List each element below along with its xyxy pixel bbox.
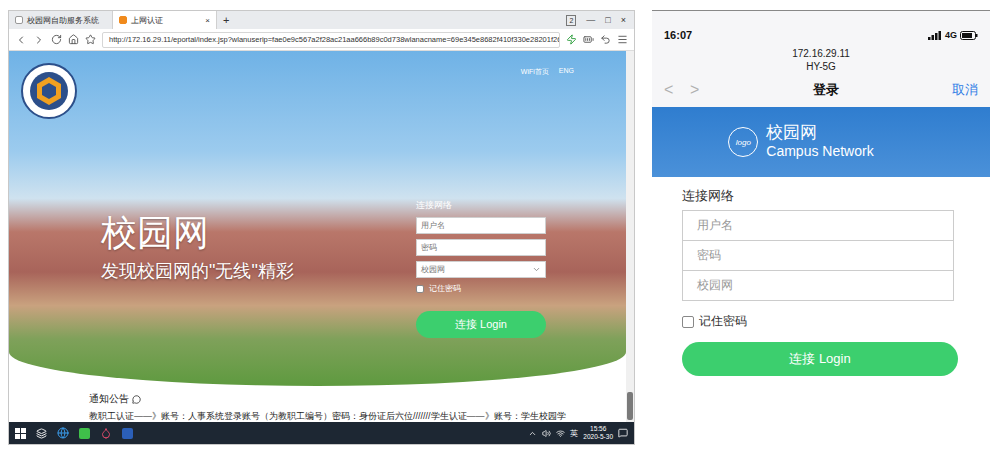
- battery-icon: [960, 31, 978, 40]
- tray-expand-icon[interactable]: [528, 429, 537, 438]
- word-app-icon[interactable]: [122, 428, 133, 439]
- page-icon: [15, 16, 23, 24]
- top-links: WiFi首页 ENG: [521, 63, 614, 77]
- screenshot-collage: 校园网自助服务系统上网认证×+2 — □ × http://172.16.29.11/e…: [0, 0, 1002, 453]
- banner-subtitle: Campus Network: [766, 142, 873, 160]
- comment-icon: [132, 395, 141, 404]
- text-input[interactable]: 用户名: [682, 210, 954, 241]
- taskbar: 英 15:562020-5-30: [9, 422, 634, 444]
- windows-start-icon[interactable]: [15, 428, 26, 439]
- text-input[interactable]: 校园网: [682, 270, 954, 301]
- ie-browser-icon[interactable]: [57, 427, 69, 439]
- forward-icon[interactable]: [33, 34, 45, 46]
- lightning-icon[interactable]: [566, 34, 577, 45]
- window-control[interactable]: □: [605, 15, 610, 25]
- nav-title: 登录: [716, 81, 936, 99]
- form-title: 连接网络: [416, 199, 546, 212]
- window-control[interactable]: —: [586, 15, 595, 25]
- login-button[interactable]: 连接 Login: [682, 342, 958, 376]
- input-method[interactable]: 英: [570, 428, 578, 439]
- network-select[interactable]: 校园网: [416, 261, 546, 278]
- remember-checkbox[interactable]: 记住密码: [682, 313, 956, 330]
- page-content: WiFi首页ENG校园网发现校园网的"无线"精彩连接网络用户名密码校园网记住密码…: [9, 51, 634, 422]
- hero-subtitle: 发现校园网的"无线"精彩: [101, 261, 294, 281]
- scrollbar[interactable]: [626, 51, 634, 422]
- browser-window: 校园网自助服务系统上网认证×+2 — □ × http://172.16.29.11/e…: [8, 10, 635, 445]
- task-view-icon[interactable]: [36, 428, 47, 439]
- system-tray: 英 15:562020-5-30: [528, 425, 628, 441]
- text-input[interactable]: 密码: [416, 239, 546, 256]
- page-icon: [119, 16, 127, 24]
- status-bar: 16:07 4G: [652, 11, 990, 41]
- top-link[interactable]: WiFi首页: [521, 67, 549, 77]
- network-type: 4G: [945, 30, 957, 40]
- star-icon[interactable]: [85, 34, 96, 45]
- window-control[interactable]: ×: [621, 15, 626, 25]
- volume-icon[interactable]: [542, 429, 551, 438]
- remember-checkbox[interactable]: 记住密码: [416, 283, 546, 294]
- nav-bar: < > 登录取消: [652, 73, 990, 107]
- login-button[interactable]: 连接 Login: [416, 311, 546, 338]
- tab-count[interactable]: 2: [566, 15, 576, 26]
- campus-banner: logo 校园网Campus Network: [652, 107, 990, 177]
- address-bar: http://172.16.29.11/eportal/index.jsp?wl…: [9, 29, 634, 51]
- back-button[interactable]: <: [664, 81, 674, 99]
- logo-badge: logo: [728, 127, 758, 157]
- back-icon[interactable]: [15, 34, 27, 46]
- undo-icon[interactable]: [600, 34, 611, 45]
- browser-app-icon[interactable]: [79, 428, 90, 439]
- dropdown-icon: [532, 265, 541, 274]
- notice-section: 通知公告教职工认证——》账号：人事系统登录账号（为教职工编号）密码：身份证后六位…: [9, 386, 626, 423]
- phone-login-form: 连接网络用户名密码校园网记住密码连接 Login: [652, 177, 990, 376]
- login-form: 连接网络用户名密码校园网记住密码连接 Login: [416, 199, 546, 338]
- text-input[interactable]: 用户名: [416, 217, 546, 234]
- droplet-app-icon[interactable]: [100, 427, 112, 439]
- notification-icon[interactable]: [618, 428, 628, 438]
- cancel-button[interactable]: 取消: [952, 81, 978, 99]
- battery-icon[interactable]: [583, 34, 594, 45]
- notice-title: 通知公告: [89, 392, 616, 406]
- menu-icon[interactable]: [617, 34, 628, 45]
- forward-button[interactable]: >: [690, 81, 700, 99]
- text-input[interactable]: 密码: [682, 240, 954, 271]
- browser-tab[interactable]: 校园网自助服务系统: [9, 11, 113, 29]
- browser-tab[interactable]: 上网认证×: [113, 11, 217, 29]
- tab-bar: 校园网自助服务系统上网认证×+2 — □ ×: [9, 11, 634, 29]
- form-title: 连接网络: [682, 187, 956, 205]
- signal-icon: [928, 31, 942, 40]
- home-icon[interactable]: [68, 34, 79, 45]
- tab-close[interactable]: ×: [205, 16, 210, 25]
- url-field[interactable]: http://172.16.29.11/eportal/index.jsp?wl…: [102, 32, 560, 48]
- network-icon[interactable]: [556, 429, 565, 438]
- school-logo-icon: [21, 63, 77, 119]
- window-controls: 2 — □ ×: [558, 11, 634, 29]
- reload-icon[interactable]: [51, 34, 62, 45]
- hero-banner: WiFi首页ENG校园网发现校园网的"无线"精彩连接网络用户名密码校园网记住密码…: [9, 51, 626, 386]
- hero-title: 校园网: [101, 213, 294, 253]
- new-tab-button[interactable]: +: [217, 11, 235, 29]
- banner-title: 校园网: [766, 124, 873, 142]
- phone-screen: 16:074G172.16.29.11HY-5G<>登录取消logo校园网Cam…: [652, 10, 990, 445]
- page-host: 172.16.29.11HY-5G: [652, 47, 990, 73]
- top-link[interactable]: ENG: [559, 67, 574, 77]
- status-time: 16:07: [664, 29, 692, 41]
- clock[interactable]: 15:562020-5-30: [583, 425, 613, 441]
